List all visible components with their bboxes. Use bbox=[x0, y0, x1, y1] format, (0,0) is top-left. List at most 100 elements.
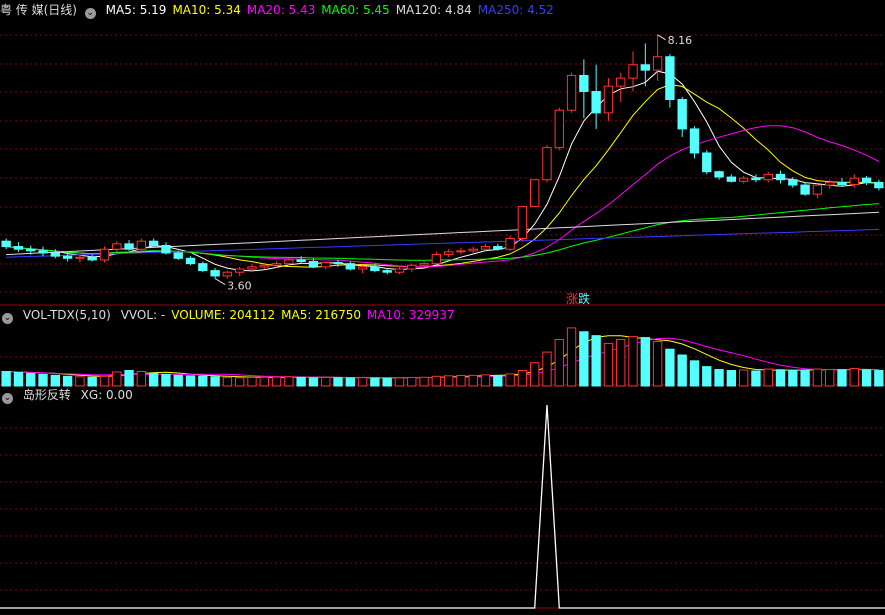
volume-bar bbox=[50, 374, 60, 387]
volume-bar bbox=[775, 369, 786, 387]
volume-bar bbox=[726, 370, 737, 387]
volume-bar bbox=[99, 375, 110, 387]
volume-bar bbox=[738, 369, 749, 387]
volume-bar bbox=[222, 376, 233, 387]
volume-bar bbox=[38, 373, 48, 387]
price-indicator-1: MA10: 5.34 bbox=[172, 3, 241, 17]
volume-bar bbox=[763, 368, 773, 387]
volume-bar bbox=[861, 369, 872, 387]
volume-indicator-1: VOLUME: 204112 bbox=[171, 308, 276, 322]
volume-bar bbox=[788, 370, 798, 387]
low-price-label: 3.60 bbox=[227, 280, 252, 293]
volume-bar bbox=[247, 376, 257, 387]
island-reversal-signal-line bbox=[0, 404, 885, 609]
candle-body bbox=[825, 181, 835, 186]
candle-body bbox=[308, 261, 319, 268]
candle-body bbox=[13, 246, 24, 250]
price-indicator-5: MA250: 4.52 bbox=[477, 3, 554, 17]
collapse-chevron-icon[interactable]: ⌄ bbox=[84, 8, 96, 19]
candle-body bbox=[812, 184, 823, 195]
volume-bar bbox=[185, 375, 196, 387]
candle-body bbox=[296, 259, 306, 263]
volume-bar bbox=[591, 335, 601, 387]
signal-value-label: XG: 0.00 bbox=[80, 388, 133, 402]
candle-body bbox=[505, 238, 515, 250]
volume-panel-header: ⌄ VOL-TDX(5,10) VVOL: - VOLUME: 204112 MA5… bbox=[0, 307, 467, 324]
volume-bar bbox=[468, 374, 478, 387]
volume-bar bbox=[321, 376, 331, 387]
price-indicator-0: MA5: 5.19 bbox=[105, 3, 167, 17]
volume-bar bbox=[62, 375, 73, 387]
collapse-chevron-icon[interactable]: ⌄ bbox=[2, 393, 13, 404]
candle-body bbox=[640, 64, 650, 71]
candle-body bbox=[775, 173, 786, 181]
candle-body bbox=[837, 181, 847, 186]
collapse-chevron-icon[interactable]: ⌄ bbox=[2, 313, 13, 324]
volume-bar bbox=[530, 362, 540, 387]
candle-body bbox=[763, 173, 773, 181]
candle-body bbox=[112, 243, 122, 250]
candle-body bbox=[579, 74, 589, 93]
candle-body bbox=[333, 262, 343, 265]
candle-body bbox=[1, 240, 11, 248]
volume-bar bbox=[689, 360, 700, 387]
candle-body bbox=[247, 266, 257, 270]
candle-body bbox=[87, 256, 97, 261]
volume-indicator-3: MA10: 329937 bbox=[367, 308, 455, 322]
volume-bar bbox=[419, 376, 429, 387]
candle-body bbox=[161, 244, 171, 254]
candle-body bbox=[407, 264, 417, 270]
volume-bar bbox=[173, 374, 183, 387]
signal-line bbox=[0, 404, 885, 609]
candle-body bbox=[788, 179, 798, 186]
volume-bar bbox=[825, 369, 835, 387]
volume-bar bbox=[161, 373, 171, 387]
volume-bar bbox=[259, 376, 269, 387]
candle-body bbox=[861, 177, 872, 183]
volume-bar bbox=[382, 377, 392, 387]
candle-body bbox=[345, 263, 355, 270]
candle-body bbox=[726, 176, 737, 182]
candle-body bbox=[616, 77, 626, 87]
candle-body bbox=[148, 240, 159, 246]
candle-body bbox=[480, 246, 491, 250]
volume-bar bbox=[849, 368, 859, 387]
candle-body bbox=[271, 263, 282, 266]
candle-body bbox=[50, 252, 60, 257]
candle-body bbox=[321, 262, 331, 268]
high-price-label: 8.16 bbox=[668, 34, 693, 47]
candle-body bbox=[652, 56, 663, 71]
volume-bar bbox=[566, 327, 577, 387]
candle-body bbox=[431, 254, 442, 265]
high-marker bbox=[657, 34, 666, 41]
volume-bar bbox=[431, 375, 442, 387]
candle-body bbox=[198, 263, 208, 272]
candle-body bbox=[849, 177, 859, 186]
volume-bar bbox=[1, 370, 11, 387]
candle-body bbox=[210, 270, 220, 277]
volume-bar bbox=[665, 348, 675, 387]
candle-body bbox=[714, 171, 724, 178]
candle-body bbox=[259, 264, 269, 268]
volume-bar bbox=[542, 351, 552, 387]
volume-bar bbox=[456, 375, 466, 387]
volume-bar bbox=[87, 376, 97, 387]
volume-bar bbox=[480, 374, 491, 387]
candle-body bbox=[591, 91, 601, 114]
candle-body bbox=[456, 250, 466, 253]
candle-body bbox=[751, 177, 761, 181]
candle-body bbox=[468, 248, 478, 252]
candle-body bbox=[677, 99, 687, 130]
candle-body bbox=[689, 128, 700, 154]
ma10-line bbox=[6, 84, 879, 268]
candle-body bbox=[702, 152, 712, 173]
volume-bar bbox=[628, 336, 638, 387]
candle-body bbox=[530, 179, 540, 207]
volume-bar bbox=[13, 371, 24, 387]
candle-body bbox=[566, 74, 577, 111]
price-indicator-3: MA60: 5.45 bbox=[321, 3, 390, 17]
volume-bar bbox=[751, 370, 761, 387]
candle-body bbox=[136, 240, 147, 250]
candle-body bbox=[173, 252, 183, 259]
candle-body bbox=[235, 268, 245, 273]
